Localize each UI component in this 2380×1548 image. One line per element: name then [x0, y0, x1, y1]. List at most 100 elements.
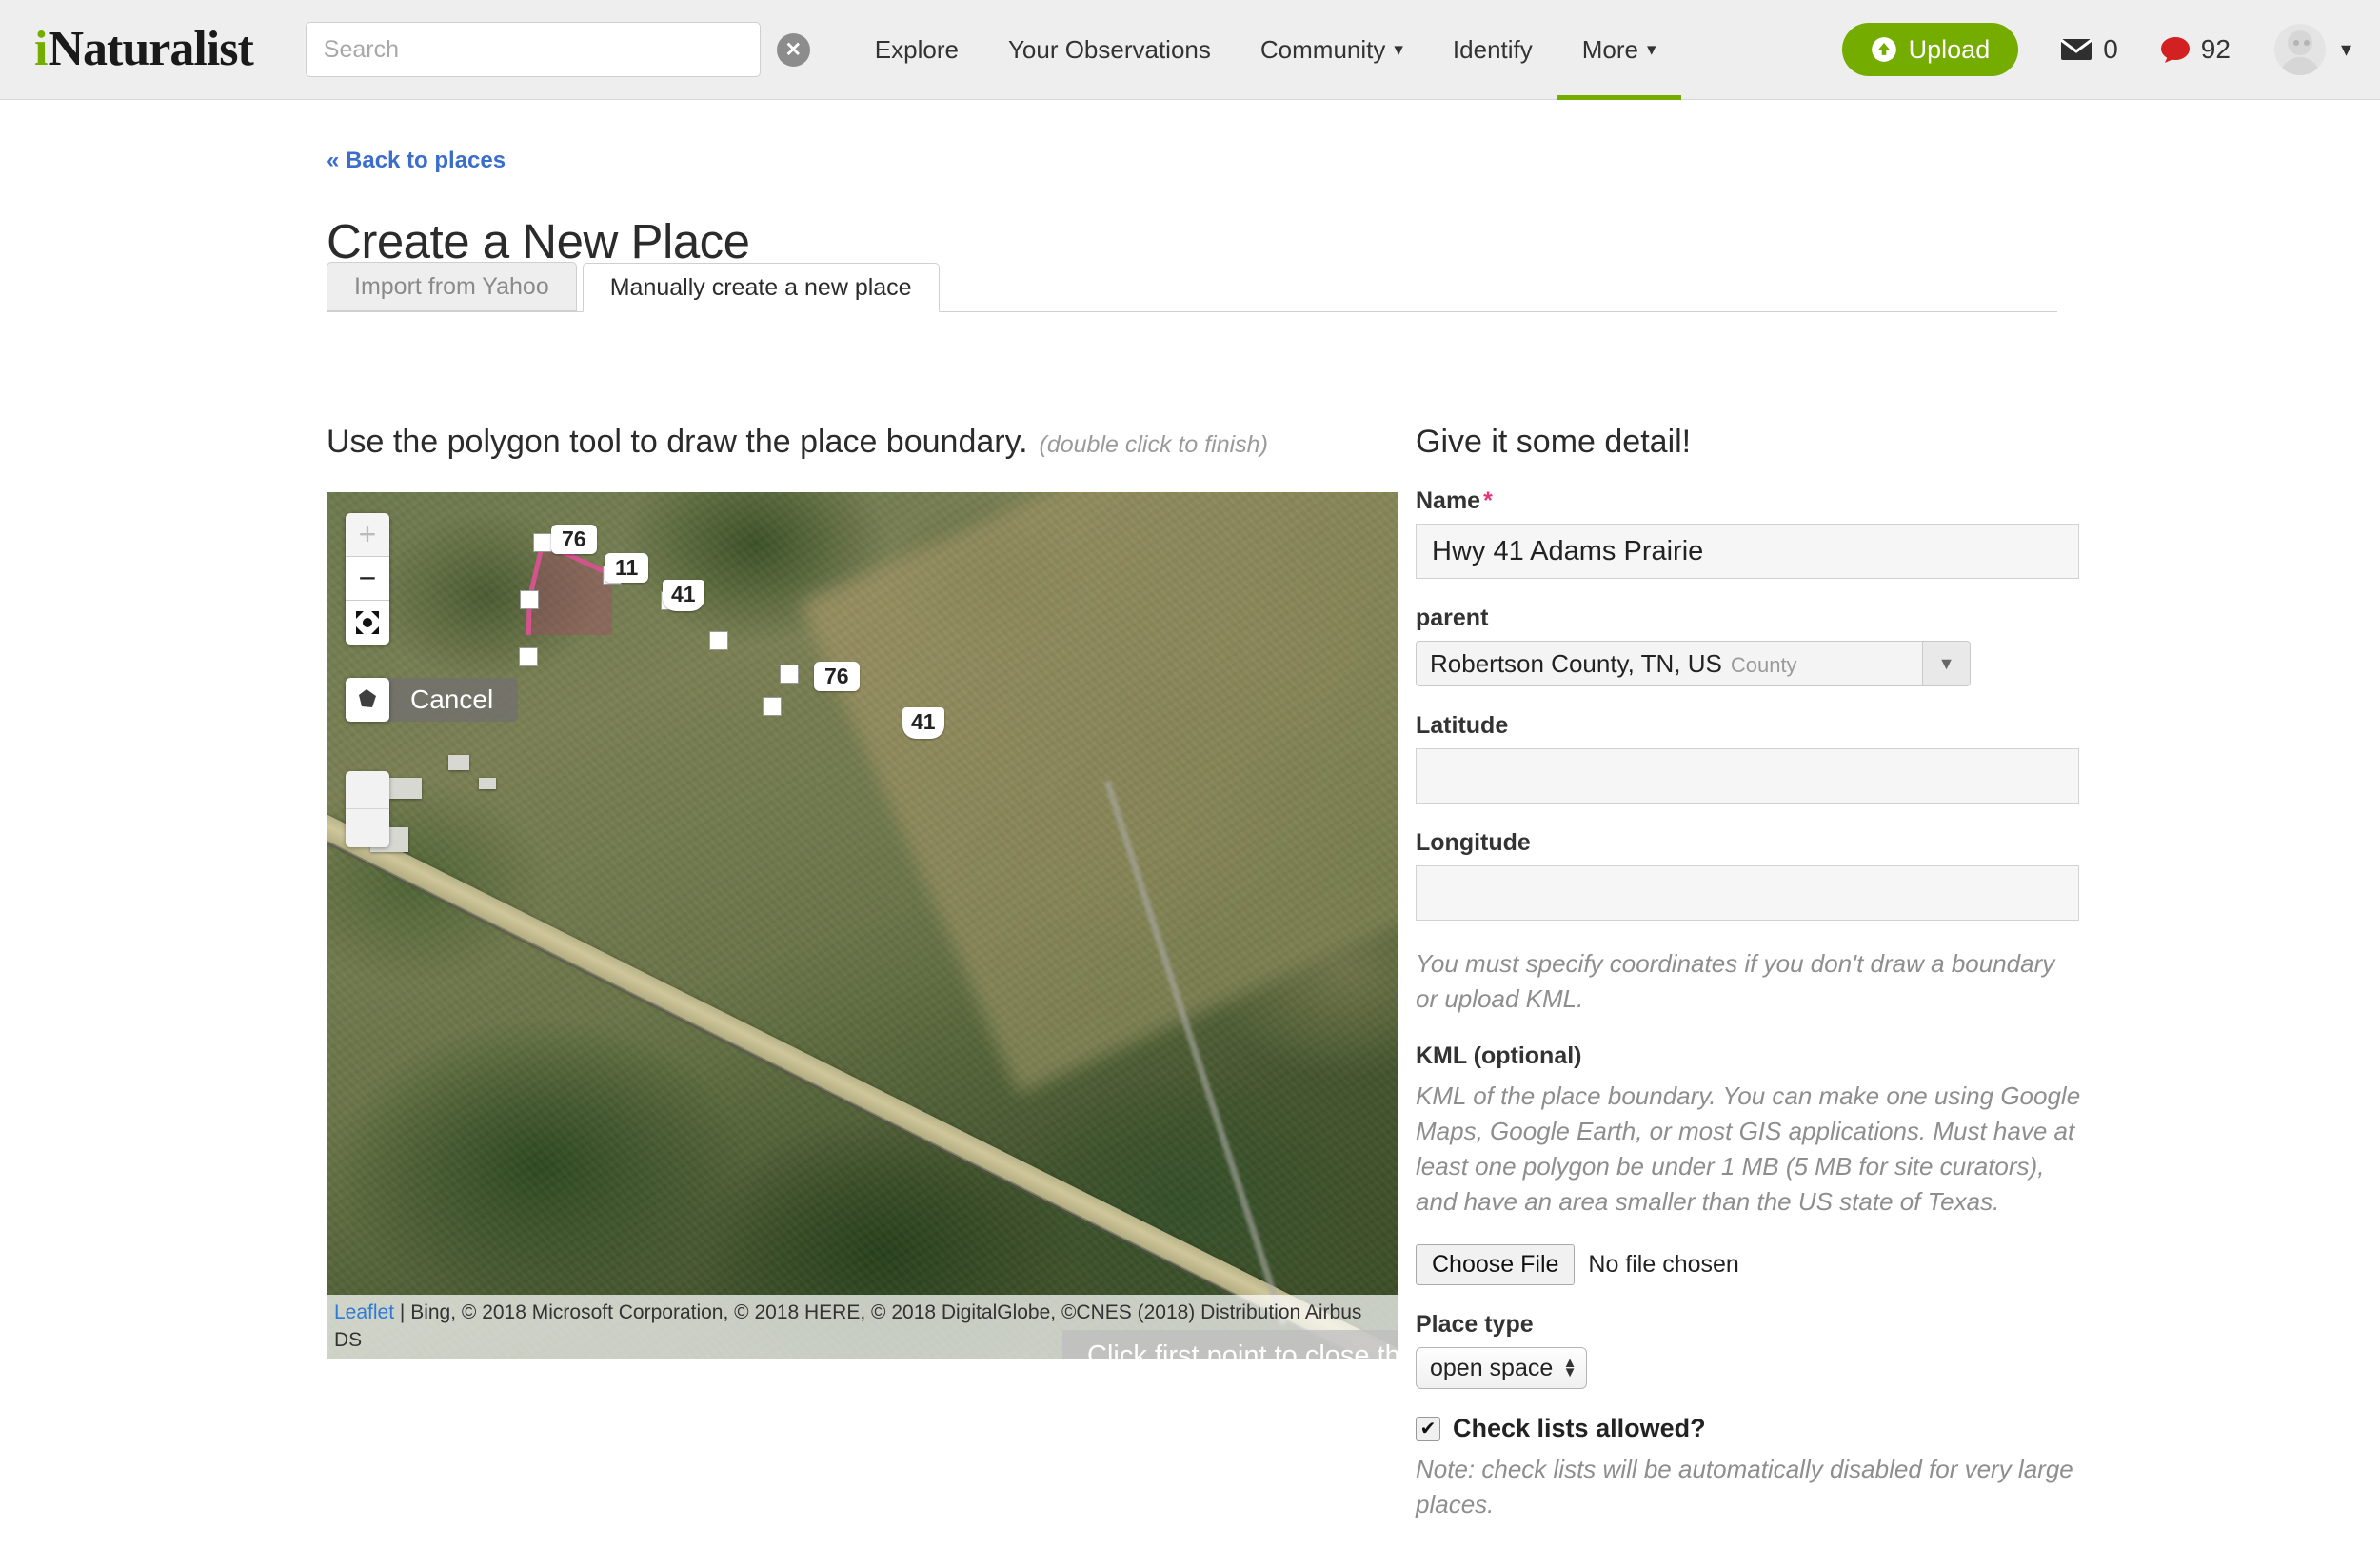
- parent-select[interactable]: Robertson County, TN, US County ▼: [1416, 641, 1971, 686]
- polygon-vertex[interactable]: [709, 631, 728, 650]
- map-extra-controls: [346, 771, 389, 847]
- place-type-label: Place type: [1416, 1311, 1534, 1339]
- upload-label: Upload: [1908, 34, 1991, 64]
- map-instruction: Use the polygon tool to draw the place b…: [327, 424, 1268, 461]
- zoom-in-button[interactable]: +: [346, 513, 389, 557]
- expand-icon: [356, 611, 379, 634]
- back-to-places-link[interactable]: « Back to places: [327, 148, 506, 174]
- kml-help-text: KML of the place boundary. You can make …: [1416, 1081, 2081, 1216]
- messages-count: 0: [2103, 34, 2118, 64]
- highway-shield: 41: [902, 707, 944, 739]
- map-building: [389, 778, 422, 799]
- check-lists-note: Note: check lists will be automatically …: [1416, 1455, 2073, 1519]
- place-boundary-map[interactable]: 76 11 41 76 41 + − Cancel Leaflet | Bing…: [327, 492, 1398, 1359]
- nav-item-community[interactable]: Community ▾: [1236, 0, 1428, 100]
- logo-i-mark: i: [34, 22, 48, 76]
- nav-item-your-observations[interactable]: Your Observations: [983, 0, 1236, 100]
- map-zoom-controls: + −: [346, 513, 389, 645]
- nav-label: More: [1581, 34, 1638, 64]
- attribution-text: Bing, © 2018 Microsoft Corporation, © 20…: [334, 1301, 1362, 1351]
- polygon-vertex[interactable]: [533, 533, 552, 552]
- nav-label: Your Observations: [1007, 34, 1211, 64]
- polygon-tool-icon: [359, 689, 376, 707]
- cancel-label: Cancel: [410, 685, 494, 714]
- map-attribution: Leaflet | Bing, © 2018 Microsoft Corpora…: [327, 1295, 1398, 1359]
- account-chevron-down-icon[interactable]: ▾: [2341, 37, 2351, 62]
- check-lists-checkbox[interactable]: ✔: [1416, 1416, 1440, 1441]
- search-area: ✕: [305, 22, 810, 77]
- map-control-blank-upper[interactable]: [346, 771, 389, 809]
- latitude-input[interactable]: [1416, 748, 2079, 804]
- upload-button[interactable]: Upload: [1841, 23, 2019, 76]
- arrow-up-icon: ▲: [1562, 1354, 1577, 1371]
- fullscreen-button[interactable]: [346, 601, 389, 645]
- nav-label: Identify: [1452, 34, 1533, 64]
- nav-item-explore[interactable]: Explore: [850, 0, 983, 100]
- polygon-tool-button[interactable]: [346, 678, 389, 722]
- search-clear-icon[interactable]: ✕: [776, 32, 810, 67]
- tab-bar: Import from Yahoo Manually create a new …: [327, 262, 2057, 312]
- zoom-out-button[interactable]: −: [346, 557, 389, 601]
- arrow-down-icon: ▼: [1562, 1364, 1577, 1381]
- comment-bubble-icon: [2160, 37, 2190, 63]
- map-control-blank-lower[interactable]: [346, 809, 389, 847]
- site-header: iNaturalist ✕ Explore Your Observations …: [0, 0, 2380, 100]
- form-heading: Give it some detail!: [1416, 424, 1692, 460]
- parent-dropdown-arrow-icon[interactable]: ▼: [1922, 642, 1970, 685]
- header-actions: Upload 0 92 ▾: [1841, 23, 2351, 76]
- avatar[interactable]: [2273, 24, 2326, 75]
- tab-label: Manually create a new place: [609, 273, 912, 301]
- tab-manually-create-a-new-place[interactable]: Manually create a new place: [582, 263, 940, 312]
- inaturalist-logo[interactable]: i Naturalist: [34, 22, 254, 76]
- parent-select-type: County: [1730, 652, 1797, 677]
- parent-label: parent: [1416, 605, 1489, 631]
- parent-select-value: Robertson County, TN, US: [1430, 648, 1722, 678]
- polygon-vertex[interactable]: [780, 665, 799, 684]
- avatar-eye-left: [2292, 40, 2299, 46]
- polygon-vertex[interactable]: [519, 647, 538, 666]
- notifications-counter[interactable]: 92: [2160, 34, 2231, 65]
- avatar-eye-right: [2303, 40, 2310, 46]
- map-instruction-text: Use the polygon tool to draw the place b…: [327, 424, 1028, 460]
- attribution-separator: |: [394, 1301, 411, 1324]
- name-input[interactable]: [1416, 524, 2079, 579]
- required-asterisk: *: [1483, 487, 1493, 514]
- map-instruction-hint: (double click to finish): [1039, 431, 1268, 458]
- check-lists-label: Check lists allowed?: [1453, 1414, 1706, 1443]
- place-type-value: open space: [1430, 1354, 1554, 1381]
- messages-counter[interactable]: 0: [2060, 34, 2118, 65]
- chevron-down-icon: ▾: [1647, 39, 1656, 60]
- highway-shield: 41: [663, 580, 704, 611]
- longitude-label: Longitude: [1416, 829, 1531, 856]
- name-label: Name *: [1416, 487, 2082, 515]
- check-lists-row: ✔ Check lists allowed?: [1416, 1414, 2082, 1443]
- file-status-text: No file chosen: [1588, 1251, 1739, 1279]
- upload-arrow-icon: [1871, 37, 1896, 62]
- polygon-vertex[interactable]: [520, 590, 539, 609]
- draw-cancel-tooltip[interactable]: Cancel: [368, 678, 519, 722]
- nav-item-identify[interactable]: Identify: [1428, 0, 1557, 100]
- kml-file-row: Choose File No file chosen: [1416, 1244, 2082, 1286]
- place-type-select[interactable]: open space ▲ ▼: [1416, 1347, 1587, 1390]
- search-input[interactable]: [305, 22, 761, 77]
- tab-label: Import from Yahoo: [354, 272, 549, 300]
- polygon-vertex[interactable]: [763, 697, 782, 716]
- nav-item-more[interactable]: More ▾: [1557, 0, 1681, 100]
- name-label-text: Name: [1416, 487, 1481, 514]
- draw-polygon-control: [346, 678, 389, 722]
- avatar-body: [2279, 57, 2320, 75]
- parent-select-value-wrap: Robertson County, TN, US County: [1417, 649, 1922, 679]
- envelope-icon: [2060, 38, 2093, 60]
- highway-shield: 11: [605, 553, 649, 583]
- nav-label: Community: [1259, 34, 1386, 64]
- tab-import-from-yahoo[interactable]: Import from Yahoo: [327, 262, 577, 311]
- leaflet-link[interactable]: Leaflet: [334, 1301, 394, 1323]
- coordinates-help-text: You must specify coordinates if you don'…: [1416, 949, 2055, 1013]
- place-detail-form: Give it some detail! Name* parent Robert…: [1416, 424, 2082, 1548]
- highway-shield: 76: [551, 525, 597, 554]
- longitude-input[interactable]: [1416, 865, 2079, 921]
- nav-label: Explore: [874, 34, 959, 64]
- notifications-count: 92: [2200, 34, 2231, 64]
- choose-file-button[interactable]: Choose File: [1416, 1244, 1576, 1286]
- logo-wordmark: Naturalist: [48, 22, 253, 76]
